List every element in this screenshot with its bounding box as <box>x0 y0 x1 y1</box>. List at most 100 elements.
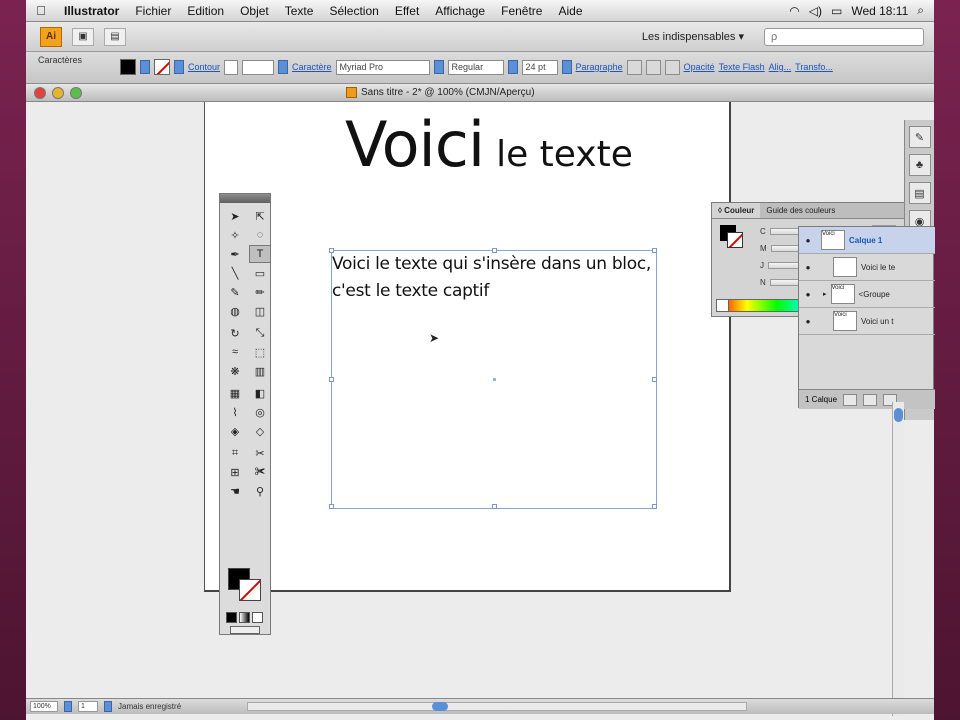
selection-tool-icon[interactable]: ➤ <box>224 207 246 225</box>
slice-tool-icon[interactable]: ✂ <box>249 444 271 462</box>
apple-menu-icon[interactable]:  <box>26 3 56 18</box>
crop-tool-icon[interactable]: ⌗ <box>224 444 246 462</box>
expand-triangle-icon[interactable]: ▸ <box>823 290 827 298</box>
vertical-scrollbar[interactable] <box>892 402 904 716</box>
font-size-dropdown-icon[interactable] <box>561 60 572 74</box>
texte-flash-link[interactable]: Texte Flash <box>719 62 765 72</box>
zoom-field[interactable]: 100% <box>30 701 58 712</box>
brush-panel-icon[interactable]: ✎ <box>908 126 931 148</box>
gradient-tool-icon[interactable]: ◧ <box>249 384 271 402</box>
horizontal-scrollbar[interactable] <box>247 702 748 711</box>
paragraphe-link[interactable]: Paragraphe <box>576 62 623 72</box>
none-color-swatch[interactable] <box>716 299 729 312</box>
clipping-mask-icon[interactable] <box>863 393 878 406</box>
zoom-dropdown-icon[interactable] <box>64 701 72 712</box>
frame-handle-middle-left[interactable] <box>329 377 334 382</box>
frame-handle-bottom-right[interactable] <box>652 504 657 509</box>
visibility-eye-icon[interactable]: ● <box>799 290 817 299</box>
artboard-tool-icon[interactable]: ⊞ <box>224 463 246 481</box>
locate-object-icon[interactable] <box>843 393 858 406</box>
contour-link[interactable]: Contour <box>188 62 220 72</box>
frame-handle-bottom-left[interactable] <box>329 504 334 509</box>
minimize-window-icon[interactable] <box>52 87 64 99</box>
wifi-icon[interactable]: ◠ <box>789 4 799 18</box>
pencil-tool-icon[interactable]: ✏ <box>249 283 271 301</box>
layer-name[interactable]: <Groupe <box>859 290 890 299</box>
menu-texte[interactable]: Texte <box>277 4 322 18</box>
stroke-weight-field[interactable] <box>242 59 275 75</box>
sound-icon[interactable]: ◁) <box>809 4 822 18</box>
pen-tool-icon[interactable]: ✒ <box>224 245 246 263</box>
type-tool-icon[interactable]: T <box>249 245 271 263</box>
frame-handle-top-right[interactable] <box>652 248 657 253</box>
hand-tool-icon[interactable]: ☚ <box>224 482 246 500</box>
vertical-scroll-thumb[interactable] <box>894 408 903 422</box>
frame-handle-top-left[interactable] <box>329 248 334 253</box>
font-style-dropdown-icon[interactable] <box>507 60 518 74</box>
menu-objet[interactable]: Objet <box>232 4 277 18</box>
none-mode-icon[interactable] <box>252 612 263 623</box>
live-paint-tool-icon[interactable]: ◈ <box>224 422 246 440</box>
frame-handle-bottom-center[interactable] <box>492 504 497 509</box>
document-titlebar[interactable]: Sans titre - 2* @ 100% (CMJN/Aperçu) <box>26 84 934 102</box>
menu-app-name[interactable]: Illustrator <box>56 4 127 18</box>
horizontal-scroll-thumb[interactable] <box>432 702 449 711</box>
align-left-icon[interactable] <box>626 59 642 75</box>
font-family-field[interactable]: Myriad Pro <box>335 59 430 75</box>
frame-handle-middle-right[interactable] <box>652 377 657 382</box>
menu-effet[interactable]: Effet <box>387 4 427 18</box>
caractere-link[interactable]: Caractère <box>292 62 332 72</box>
fill-swatch[interactable] <box>120 59 136 75</box>
layer-name[interactable]: Voici un t <box>861 317 893 326</box>
menu-selection[interactable]: Sélection <box>321 4 386 18</box>
arrange-documents-button[interactable]: ▤ <box>104 27 126 46</box>
transfo-link[interactable]: Transfo... <box>795 62 833 72</box>
visibility-eye-icon[interactable]: ● <box>799 236 817 245</box>
lasso-tool-icon[interactable]: ◌ <box>249 226 271 244</box>
font-style-field[interactable]: Regular <box>447 59 504 75</box>
live-paint-selection-tool-icon[interactable]: ◇ <box>249 422 271 440</box>
font-family-dropdown-icon[interactable] <box>433 60 444 74</box>
magic-wand-tool-icon[interactable]: ✧ <box>224 226 246 244</box>
free-transform-tool-icon[interactable]: ⬚ <box>249 343 271 361</box>
opacite-link[interactable]: Opacité <box>684 62 715 72</box>
fill-dropdown-icon[interactable] <box>140 60 150 74</box>
align-right-icon[interactable] <box>664 59 680 75</box>
eraser-tool-icon[interactable]: ◫ <box>249 302 271 320</box>
area-text-frame[interactable]: Voici le texte qui s'insère dans un bloc… <box>329 248 657 509</box>
menu-fichier[interactable]: Fichier <box>127 4 179 18</box>
align-center-icon[interactable] <box>645 59 661 75</box>
stroke-dropdown-icon[interactable] <box>174 60 184 74</box>
line-tool-icon[interactable]: ╲ <box>224 264 246 282</box>
warp-tool-icon[interactable]: ≈ <box>224 343 246 361</box>
graphic-styles-panel-icon[interactable]: ▤ <box>908 182 931 204</box>
visibility-eye-icon[interactable]: ● <box>799 263 817 272</box>
layer-row[interactable]: ● Voici Calque 1 <box>799 227 935 254</box>
tab-guide-couleurs[interactable]: Guide des couleurs <box>760 203 841 218</box>
symbol-sprayer-tool-icon[interactable]: ❋ <box>224 362 246 380</box>
direct-selection-tool-icon[interactable]: ⇱ <box>249 207 271 225</box>
scale-tool-icon[interactable]: ⤡ <box>249 324 271 342</box>
menu-aide[interactable]: Aide <box>550 4 590 18</box>
blend-tool-icon[interactable]: ◎ <box>249 403 271 421</box>
headline-text[interactable]: Voici le texte <box>345 108 633 181</box>
scissors-tool-icon[interactable]: ✀ <box>249 463 271 481</box>
layer-row[interactable]: ● Voici le te <box>799 254 935 281</box>
layer-name[interactable]: Voici le te <box>861 263 895 272</box>
frame-handle-top-center[interactable] <box>492 248 497 253</box>
menu-edition[interactable]: Edition <box>179 4 232 18</box>
area-text-content[interactable]: Voici le texte qui s'insère dans un bloc… <box>332 251 652 305</box>
layer-name[interactable]: Calque 1 <box>849 236 882 245</box>
menu-fenetre[interactable]: Fenêtre <box>493 4 550 18</box>
artboard-nav-arrow-icon[interactable] <box>104 701 112 712</box>
rotate-tool-icon[interactable]: ↻ <box>224 324 246 342</box>
paintbrush-tool-icon[interactable]: ✎ <box>224 283 246 301</box>
align-link[interactable]: Alig... <box>769 62 792 72</box>
workspace-switcher[interactable]: Les indispensables ▾ <box>642 30 754 43</box>
tab-couleur[interactable]: ◊ Couleur <box>712 203 761 218</box>
search-input[interactable]: ρ <box>764 27 924 46</box>
screen-mode-button[interactable] <box>230 626 260 634</box>
zoom-tool-icon[interactable]: ⚲ <box>249 482 271 500</box>
font-size-field[interactable]: 24 pt <box>521 59 558 75</box>
eyedropper-tool-icon[interactable]: ⌇ <box>224 403 246 421</box>
